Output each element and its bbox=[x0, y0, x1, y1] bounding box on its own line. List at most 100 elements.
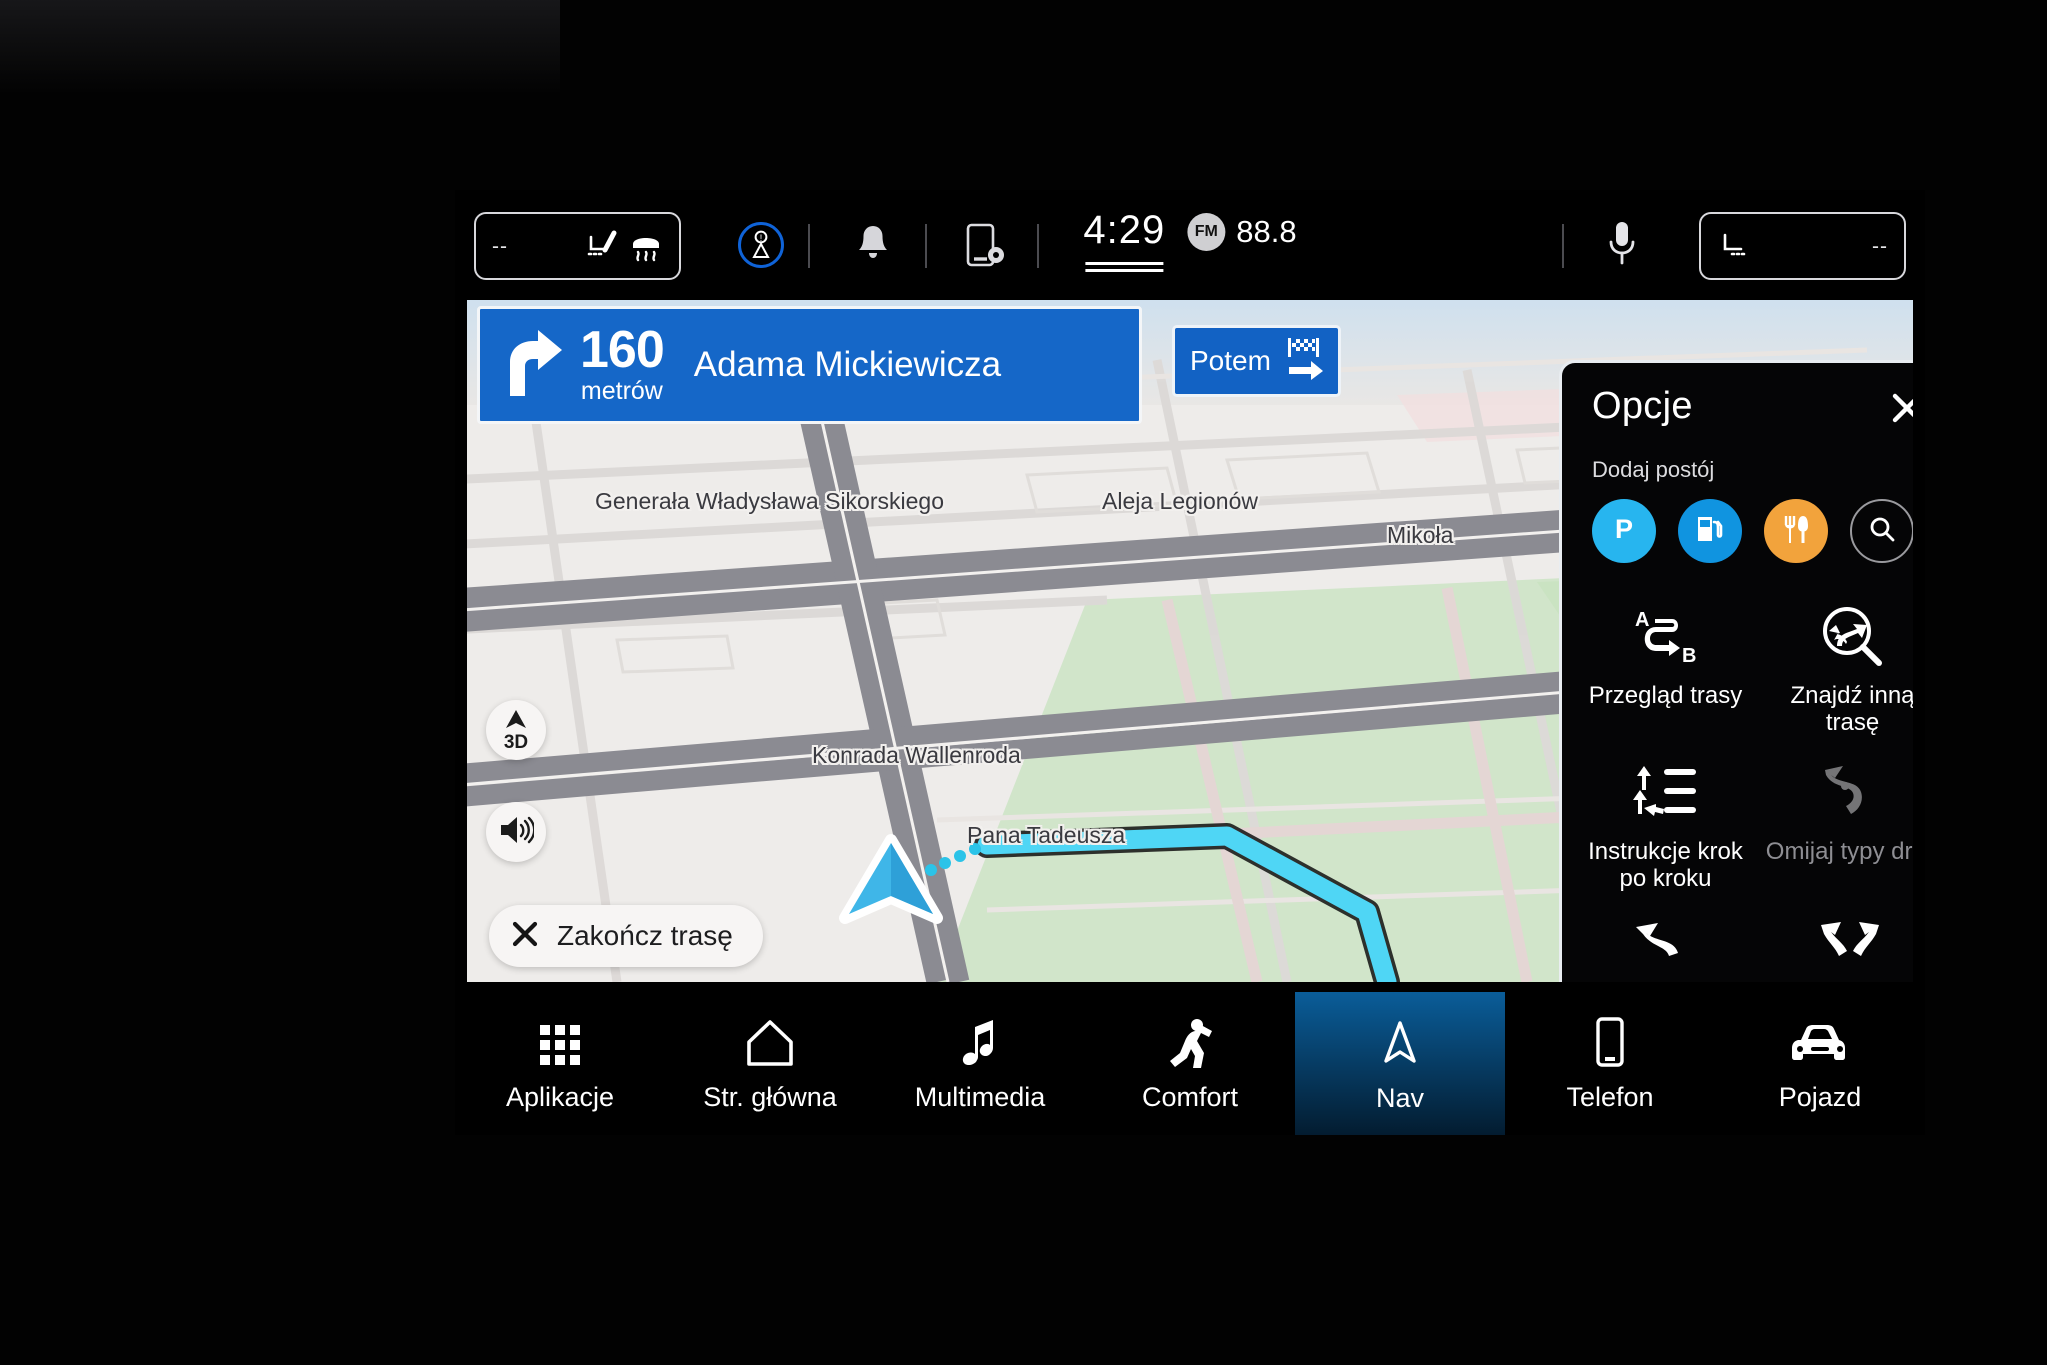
options-panel[interactable]: Opcje Dodaj postój P A B Przegląd trasy … bbox=[1559, 360, 1913, 982]
nav-item-multimedia[interactable]: Multimedia bbox=[875, 992, 1085, 1135]
svg-text:A: A bbox=[1635, 609, 1649, 631]
turn-distance: 160 metrów bbox=[580, 321, 665, 405]
poi-parking-button[interactable]: P bbox=[1592, 499, 1656, 563]
options-grid: A B Przegląd trasy Znajdź inną trasę Ins… bbox=[1562, 563, 1913, 982]
poi-search-button[interactable] bbox=[1850, 499, 1913, 563]
volume-button[interactable] bbox=[486, 802, 546, 862]
cutlery-icon bbox=[1779, 512, 1813, 551]
svg-text:!: ! bbox=[760, 233, 763, 243]
microphone-icon[interactable] bbox=[1605, 218, 1639, 268]
next-maneuver-label: Potem bbox=[1190, 344, 1271, 376]
option-label: Instrukcje krok po kroku bbox=[1588, 837, 1743, 892]
climate-right-control[interactable]: -- bbox=[1699, 212, 1906, 280]
option-alternate-routes[interactable] bbox=[1759, 903, 1913, 983]
option-find-alternate-route[interactable]: Znajdź inną trasę bbox=[1759, 591, 1913, 747]
driver-profile-icon[interactable]: ! bbox=[738, 222, 784, 268]
next-maneuver-badge[interactable]: Potem bbox=[1172, 325, 1341, 397]
route-a-b-icon: A B bbox=[1628, 605, 1704, 669]
option-label: Znajdź inną trasę bbox=[1790, 682, 1913, 736]
option-label: Omijaj typy dróg bbox=[1765, 837, 1913, 865]
find-alternate-route-icon bbox=[1819, 605, 1887, 669]
end-route-button[interactable]: Zakończ trasę bbox=[489, 905, 763, 967]
options-header: Opcje bbox=[1562, 363, 1913, 431]
nav-label: Nav bbox=[1375, 1083, 1424, 1113]
alternate-routes-icon bbox=[1817, 917, 1889, 981]
poi-fuel-button[interactable] bbox=[1678, 499, 1742, 563]
home-icon bbox=[744, 1014, 796, 1068]
search-icon bbox=[1866, 513, 1898, 550]
turn-instruction-banner[interactable]: 160 metrów Adama Mickiewicza bbox=[477, 306, 1142, 424]
map-label: Aleja Legionów bbox=[1102, 488, 1259, 514]
map-label: Generała Władysława Sikorskiego bbox=[595, 488, 944, 514]
option-route-overview[interactable]: A B Przegląd trasy bbox=[1572, 591, 1759, 747]
clock: 4:29 bbox=[1083, 208, 1165, 265]
detour-back-icon bbox=[1630, 917, 1702, 981]
nav-label: Comfort bbox=[1141, 1082, 1239, 1112]
radio-status[interactable]: FM 88.8 bbox=[1187, 212, 1297, 251]
option-turn-by-turn[interactable]: Instrukcje krok po kroku bbox=[1572, 747, 1759, 903]
nav-label: Aplikacje bbox=[505, 1082, 615, 1112]
nav-item-nav[interactable]: Nav bbox=[1295, 992, 1505, 1135]
option-avoid-road-types[interactable]: Omijaj typy dróg bbox=[1759, 747, 1913, 903]
radio-frequency: 88.8 bbox=[1236, 213, 1297, 249]
navigation-arrow-icon bbox=[503, 708, 529, 735]
nav-label: Telefon bbox=[1566, 1082, 1654, 1112]
nav-label: Multimedia bbox=[914, 1082, 1046, 1112]
speaker-on-icon bbox=[498, 814, 536, 851]
seat-heat-icon bbox=[1717, 229, 1753, 263]
status-divider-4 bbox=[1562, 224, 1564, 268]
nav-item-home[interactable]: Str. główna bbox=[665, 992, 875, 1135]
turn-street-name: Adama Mickiewicza bbox=[693, 345, 1002, 384]
poi-shortcuts: P bbox=[1562, 483, 1913, 563]
nav-label: Str. główna bbox=[703, 1082, 837, 1112]
phone-settings-icon[interactable] bbox=[965, 222, 1007, 268]
car-front-icon bbox=[1789, 1014, 1851, 1068]
status-divider-1 bbox=[808, 224, 810, 268]
nav-item-apps[interactable]: Aplikacje bbox=[455, 992, 665, 1135]
dashboard-photo: -- ! 4:29 FM 88.8 -- Generała Władysława… bbox=[0, 0, 2047, 1365]
phone-icon bbox=[1592, 1014, 1628, 1068]
option-label: Przegląd trasy bbox=[1588, 682, 1743, 709]
bell-icon[interactable] bbox=[855, 223, 891, 267]
nav-arrow-icon bbox=[1380, 1013, 1420, 1067]
options-title: Opcje bbox=[1592, 385, 1693, 427]
music-note-icon bbox=[959, 1014, 1001, 1068]
status-bar: -- ! 4:29 FM 88.8 -- bbox=[455, 190, 1925, 300]
fuel-pump-icon bbox=[1693, 512, 1727, 551]
radio-band-badge: FM bbox=[1187, 212, 1226, 251]
seat-comfort-icon bbox=[1166, 1014, 1214, 1068]
map-label: Konrada Wallenroda bbox=[812, 742, 1021, 768]
map-view-mode-label: 3D bbox=[503, 732, 529, 753]
navigation-map[interactable]: Generała Władysława Sikorskiego Aleja Le… bbox=[467, 300, 1913, 982]
bottom-navigation-bar: Aplikacje Str. główna Multimedia Comfort… bbox=[455, 992, 1925, 1135]
close-x-icon bbox=[511, 920, 539, 953]
turn-right-icon bbox=[494, 326, 566, 405]
svg-text:B: B bbox=[1682, 645, 1696, 667]
seat-heat-icon bbox=[583, 229, 619, 263]
end-route-label: Zakończ trasę bbox=[557, 920, 733, 951]
climate-left-control[interactable]: -- bbox=[474, 212, 681, 280]
turn-list-icon bbox=[1630, 761, 1702, 825]
close-icon[interactable] bbox=[1884, 385, 1913, 431]
map-view-mode-button[interactable]: 3D bbox=[486, 700, 546, 760]
turn-distance-value: 160 bbox=[580, 321, 665, 380]
nav-label: Pojazd bbox=[1778, 1082, 1862, 1112]
map-label: Mikoła bbox=[1387, 522, 1454, 548]
destination-flag-arrow-icon bbox=[1283, 335, 1325, 386]
avoid-road-types-icon bbox=[1817, 761, 1889, 825]
poi-restaurant-button[interactable] bbox=[1764, 499, 1828, 563]
svg-text:P: P bbox=[1615, 514, 1633, 544]
option-detour[interactable] bbox=[1572, 903, 1759, 983]
nav-item-comfort[interactable]: Comfort bbox=[1085, 992, 1295, 1135]
climate-left-temp: -- bbox=[492, 234, 508, 258]
climate-right-temp: -- bbox=[1872, 234, 1888, 258]
map-label: Pana Tadeusza bbox=[967, 822, 1126, 848]
defrost-icon bbox=[629, 230, 663, 262]
turn-distance-unit: metrów bbox=[580, 376, 663, 405]
infotainment-screen: -- ! 4:29 FM 88.8 -- Generała Władysława… bbox=[455, 190, 1925, 1135]
parking-p-icon: P bbox=[1607, 512, 1641, 551]
nav-item-vehicle[interactable]: Pojazd bbox=[1715, 992, 1925, 1135]
status-divider-3 bbox=[1037, 224, 1039, 268]
nav-item-phone[interactable]: Telefon bbox=[1505, 992, 1715, 1135]
apps-grid-icon bbox=[537, 1014, 583, 1068]
